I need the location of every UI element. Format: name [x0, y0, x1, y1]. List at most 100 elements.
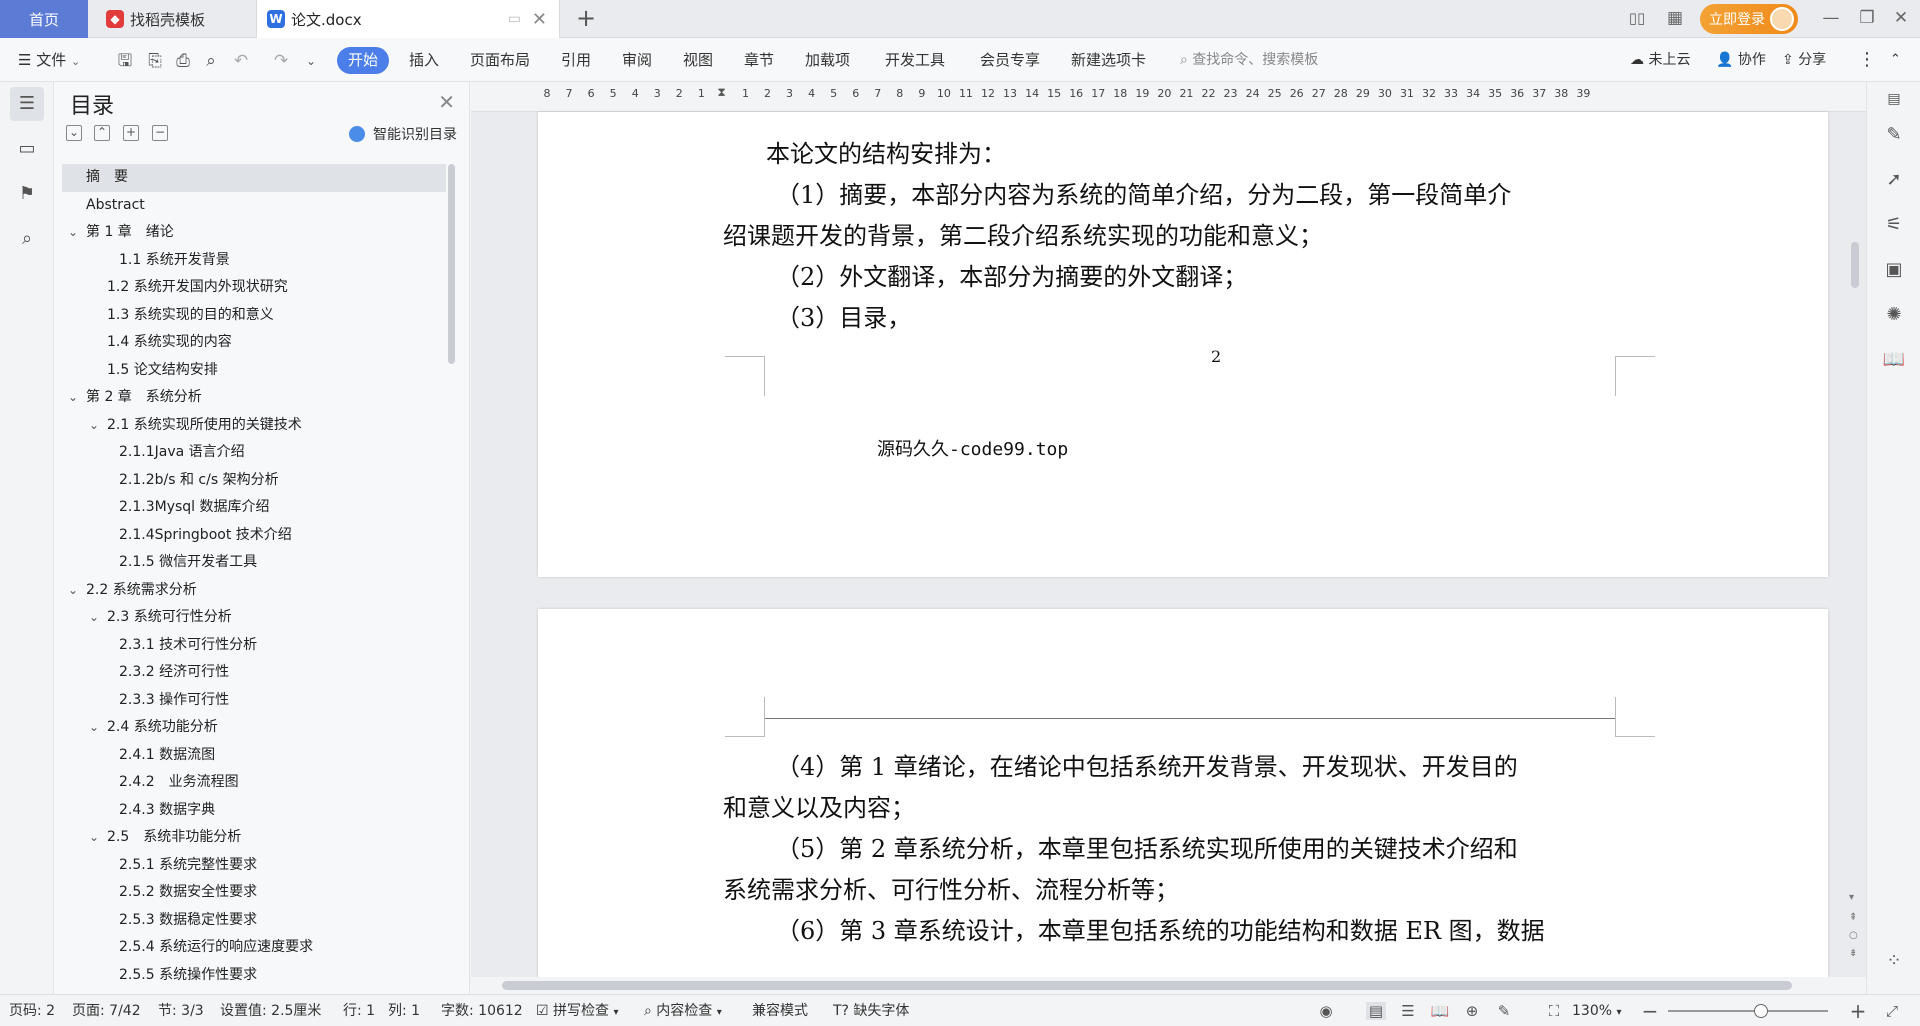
zoom-slider[interactable]: [1668, 1010, 1828, 1012]
toc-item[interactable]: ⌄ 第 1 章 绪论: [62, 219, 446, 247]
toc-item[interactable]: 1.4 系统实现的内容: [62, 329, 446, 357]
toc-item[interactable]: Abstract: [62, 192, 446, 220]
toc-item[interactable]: 2.4.3 数据字典: [62, 797, 446, 825]
reading-mode-icon[interactable]: 📖: [1881, 347, 1907, 373]
adjust-sliders-icon[interactable]: ⚟: [1881, 212, 1907, 238]
tab-home[interactable]: 首页: [0, 0, 88, 38]
chevron-down-icon[interactable]: ⌄: [89, 604, 99, 632]
close-icon[interactable]: ✕: [438, 90, 455, 114]
fit-page-icon[interactable]: ⛶: [1544, 1002, 1564, 1020]
toc-item[interactable]: 1.2 系统开发国内外现状研究: [62, 274, 446, 302]
zoom-level[interactable]: 130% ▾: [1572, 995, 1622, 1026]
tab-references[interactable]: 引用: [561, 38, 591, 82]
toc-item[interactable]: ⌄ 2.4 系统功能分析: [62, 714, 446, 742]
indent-marker-icon[interactable]: ⧗: [717, 85, 725, 100]
demote-icon[interactable]: −: [152, 125, 168, 141]
tab-start[interactable]: 开始: [337, 47, 390, 74]
chevron-down-icon[interactable]: ⌄: [68, 219, 78, 247]
toc-item[interactable]: 1.5 论文结构安排: [62, 357, 446, 385]
status-page-number[interactable]: 页码: 2: [9, 995, 55, 1026]
tab-developer[interactable]: 开发工具: [885, 38, 945, 82]
page-view-icon[interactable]: ▤: [1366, 1002, 1386, 1020]
toc-item[interactable]: 2.3.2 经济可行性: [62, 659, 446, 687]
toc-item[interactable]: 2.3.1 技术可行性分析: [62, 632, 446, 660]
vertical-scroll-thumb[interactable]: [1851, 242, 1859, 288]
toc-item[interactable]: ⌄ 2.5 系统非功能分析: [62, 824, 446, 852]
chevron-down-icon[interactable]: ⌄: [89, 412, 99, 440]
pen-view-icon[interactable]: ✎: [1494, 1002, 1514, 1020]
smart-toc-button[interactable]: 智能识别目录: [348, 124, 457, 144]
toc-item[interactable]: 2.5.4 系统运行的响应速度要求: [62, 934, 446, 962]
horizontal-scroll-thumb[interactable]: [502, 981, 1792, 990]
minimize-icon[interactable]: —: [1814, 0, 1848, 38]
more-dots-icon[interactable]: ⁘: [1881, 948, 1907, 974]
chevron-down-icon[interactable]: ⌄: [89, 714, 99, 742]
select-cursor-icon[interactable]: ➚: [1881, 167, 1907, 193]
new-tab-button[interactable]: +: [574, 0, 598, 38]
toc-item[interactable]: 1.1 系统开发背景: [62, 247, 446, 275]
select-browse-icon[interactable]: ○: [1849, 930, 1858, 941]
export-pdf-icon[interactable]: ⎘: [144, 50, 166, 72]
status-word-count[interactable]: 字数: 10612: [441, 995, 523, 1026]
web-view-icon[interactable]: ⊕: [1462, 1002, 1482, 1020]
share-button[interactable]: ⇪ 分享: [1782, 38, 1826, 82]
toc-nav-icon[interactable]: ☰: [10, 87, 44, 121]
print-icon[interactable]: ⎙: [172, 50, 194, 72]
save-icon[interactable]: 🖫: [114, 50, 136, 72]
toc-item[interactable]: 2.1.5 微信开发者工具: [62, 549, 446, 577]
toc-item[interactable]: 2.5.5 系统操作性要求: [62, 962, 446, 990]
toc-scrollbar[interactable]: [448, 164, 455, 364]
pin-icon[interactable]: ▭: [508, 11, 521, 27]
chevron-down-icon[interactable]: ⌄: [68, 577, 78, 605]
toc-item[interactable]: 2.5.2 数据安全性要求: [62, 879, 446, 907]
toc-item[interactable]: ⌄ 2.3 系统可行性分析: [62, 604, 446, 632]
horizontal-scrollbar[interactable]: [484, 978, 1834, 992]
customize-toolbar-icon[interactable]: ⌄: [300, 50, 322, 72]
close-window-icon[interactable]: ✕: [1884, 0, 1918, 38]
toc-item[interactable]: 1.3 系统实现的目的和意义: [62, 302, 446, 330]
tab-member[interactable]: 会员专享: [980, 38, 1040, 82]
document-area[interactable]: 8 7 6 5 4 3 2 1 1 2 3 4 5 6 7 8 9 10 11 12 13 14 15 16 17 18 19 20 2…: [471, 82, 1866, 977]
chevron-down-icon[interactable]: ⌄: [89, 824, 99, 852]
toc-item[interactable]: 2.5.1 系统完整性要求: [62, 852, 446, 880]
toc-item[interactable]: 2.1.1Java 语言介绍: [62, 439, 446, 467]
status-page-count[interactable]: 页面: 7/42: [72, 995, 141, 1026]
more-icon[interactable]: ⋮: [1858, 38, 1876, 82]
expand-level-icon[interactable]: ⌃: [94, 125, 110, 141]
fullscreen-icon[interactable]: ⤢: [1882, 1002, 1902, 1020]
chevron-down-icon[interactable]: ⌄: [68, 384, 78, 412]
prev-page-icon[interactable]: ⇞: [1849, 912, 1857, 923]
edit-pen-icon[interactable]: ✎: [1881, 122, 1907, 148]
scroll-down-icon[interactable]: ▾: [1849, 892, 1854, 903]
toc-item[interactable]: ⌄ 2.1 系统实现所使用的关键技术: [62, 412, 446, 440]
cloud-status[interactable]: ☁ 未上云: [1630, 38, 1690, 82]
tab-document[interactable]: W 论文.docx ▭ ✕: [256, 0, 560, 38]
zoom-out-icon[interactable]: −: [1640, 1001, 1660, 1021]
collapse-all-icon[interactable]: ⌄: [66, 125, 82, 141]
reading-view-icon[interactable]: 📖: [1430, 1002, 1450, 1020]
toc-item[interactable]: 2.1.2b/s 和 c/s 架构分析: [62, 467, 446, 495]
missing-font-button[interactable]: T? 缺失字体: [833, 995, 909, 1026]
toc-item[interactable]: 2.4.2 业务流程图: [62, 769, 446, 797]
next-page-icon[interactable]: ⇟: [1849, 948, 1857, 959]
promote-icon[interactable]: +: [123, 125, 139, 141]
document-page[interactable]: 本论文的结构安排为： （1）摘要，本部分内容为系统的简单介绍，分为二段，第一段简…: [538, 112, 1828, 577]
toc-item[interactable]: 2.5.3 数据稳定性要求: [62, 907, 446, 935]
tab-addins[interactable]: 加载项: [805, 38, 850, 82]
find-icon[interactable]: ⌕: [10, 222, 44, 256]
image-tool-icon[interactable]: ▣: [1881, 257, 1907, 283]
document-page[interactable]: （4）第 1 章绪论，在绪论中包括系统开发背景、开发现状、开发目的 和意义以及内…: [538, 609, 1828, 977]
chapter-nav-icon[interactable]: ▭: [10, 132, 44, 166]
tab-template[interactable]: ◆ 找稻壳模板: [92, 0, 252, 38]
toc-item[interactable]: ⌄ 第 2 章 系统分析: [62, 384, 446, 412]
toc-item[interactable]: 2.3.3 操作可行性: [62, 687, 446, 715]
bookmark-icon[interactable]: ⚑: [10, 177, 44, 211]
toc-item[interactable]: 2.1.3Mysql 数据库介绍: [62, 494, 446, 522]
ai-assistant-icon[interactable]: ✺: [1881, 302, 1907, 328]
layout-icon[interactable]: ▯▯: [1620, 0, 1654, 38]
eye-protection-icon[interactable]: ◉: [1316, 1002, 1336, 1020]
undo-icon[interactable]: ↶: [230, 50, 252, 72]
content-check-button[interactable]: ⌕ 内容检查 ▾: [644, 995, 722, 1026]
zoom-slider-handle[interactable]: [1754, 1004, 1768, 1018]
outline-view-icon[interactable]: ☰: [1398, 1002, 1418, 1020]
